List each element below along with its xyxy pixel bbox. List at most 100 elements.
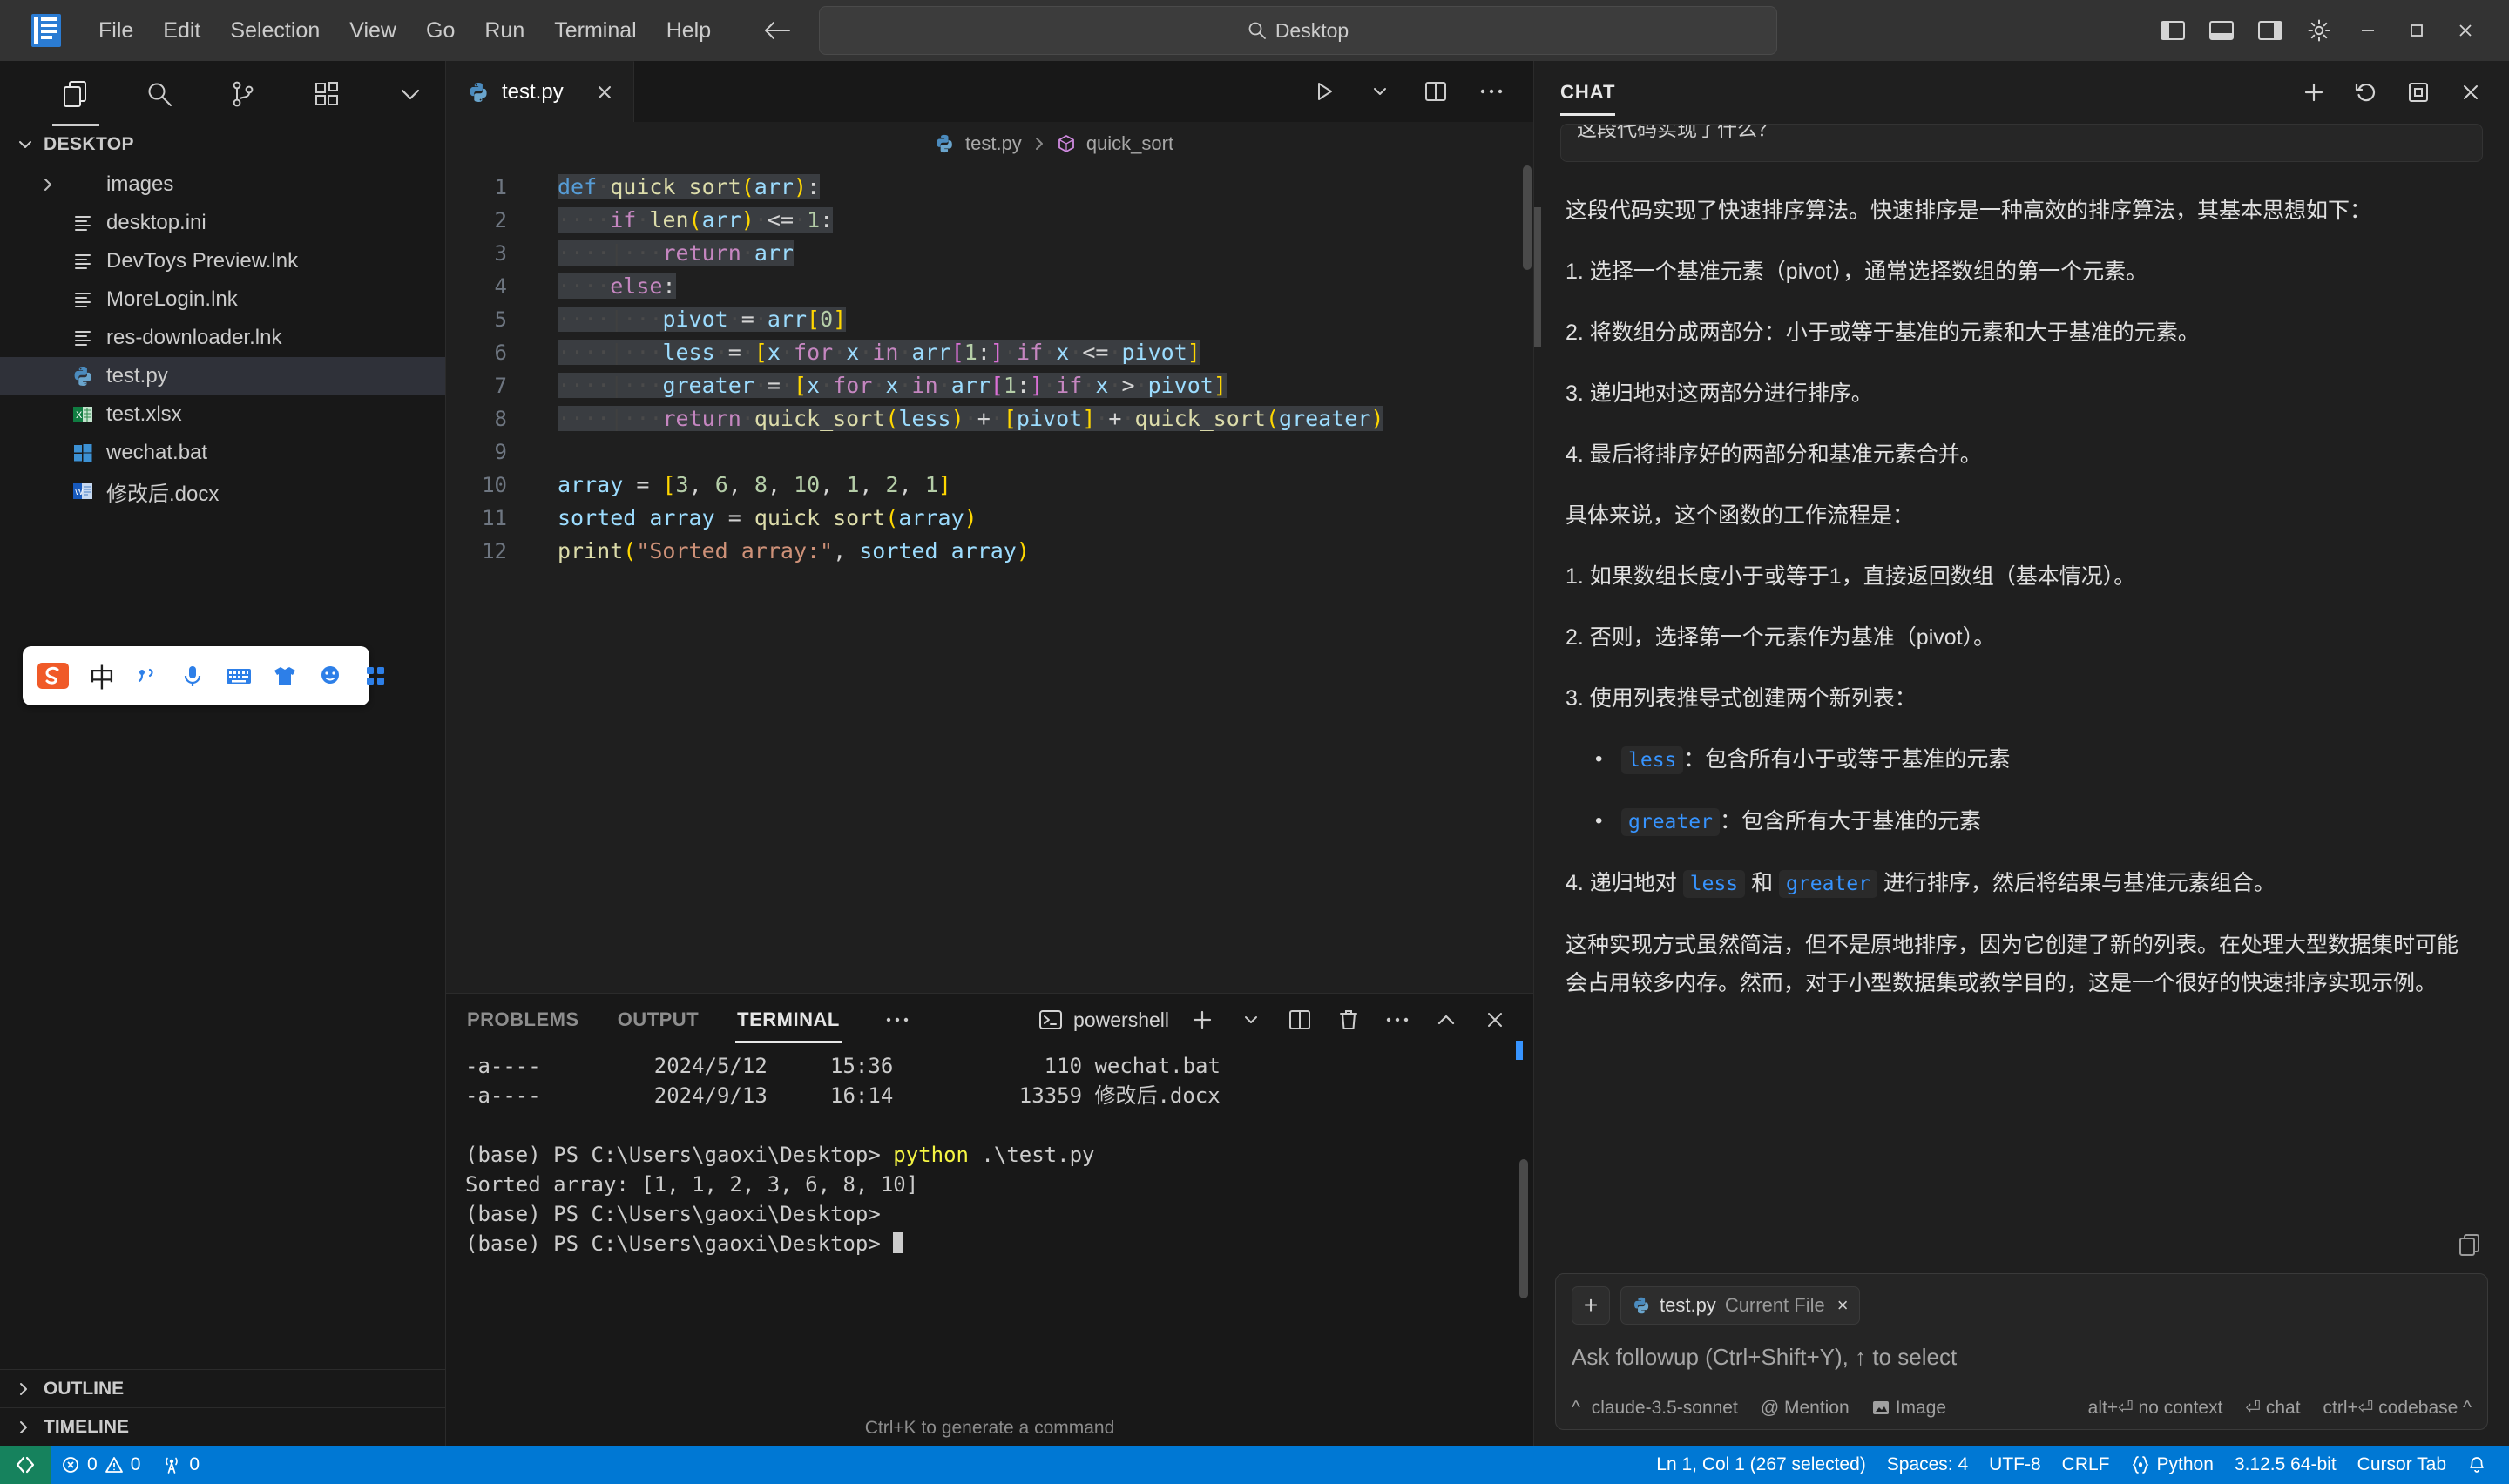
microphone-icon[interactable] <box>179 658 206 693</box>
terminal-scrollbar[interactable] <box>1519 1159 1528 1298</box>
status-ports[interactable]: 0 <box>151 1446 210 1484</box>
new-terminal-dropdown-icon[interactable] <box>1227 995 1275 1044</box>
tree-item-test-xlsx[interactable]: X test.xlsx <box>0 395 445 434</box>
menu-terminal[interactable]: Terminal <box>539 11 651 51</box>
tab-output[interactable]: OUTPUT <box>616 1002 700 1038</box>
close-icon[interactable]: × <box>1837 1294 1849 1317</box>
titlebar-right-actions <box>2148 7 2490 54</box>
ime-mode-label[interactable]: 中 <box>89 657 115 695</box>
warning-icon <box>105 1455 124 1474</box>
customize-layout-icon[interactable] <box>2295 7 2343 54</box>
editor-scrollbar[interactable] <box>1521 165 1533 993</box>
symbol-method-icon <box>1057 134 1076 153</box>
breadcrumb-file[interactable]: test.py <box>965 132 1022 155</box>
bell-icon[interactable] <box>2457 1446 2497 1484</box>
chevron-up-icon[interactable] <box>1422 995 1471 1044</box>
terminal-shell-label[interactable]: powershell <box>1038 1008 1169 1032</box>
chat-messages[interactable]: 这段代码实现了什么？ 这段代码实现了快速排序算法。快速排序是一种高效的排序算法，… <box>1534 124 2509 1273</box>
hint-codebase[interactable]: ctrl+⏎ codebase ^ <box>2323 1397 2472 1419</box>
model-selector[interactable]: ^ claude-3.5-sonnet <box>1572 1398 1738 1419</box>
mention-button[interactable]: @ Mention <box>1761 1398 1850 1419</box>
menu-view[interactable]: View <box>335 11 411 51</box>
arrow-left-icon[interactable] <box>762 19 792 42</box>
sidebar-item-timeline[interactable]: TIMELINE <box>0 1407 445 1446</box>
split-editor-icon[interactable] <box>1408 61 1464 122</box>
tree-item-devtoys-preview-lnk[interactable]: DevToys Preview.lnk <box>0 242 445 280</box>
status-eol[interactable]: CRLF <box>2052 1446 2120 1484</box>
code-editor[interactable]: 1 def·quick_sort(arr): 2 ····if·len(arr)·<… <box>446 165 1533 993</box>
tree-item-images[interactable]: images <box>0 165 445 204</box>
remote-explorer-icon[interactable] <box>0 1446 51 1484</box>
emoji-icon[interactable] <box>317 658 343 693</box>
run-icon[interactable] <box>1296 61 1352 122</box>
tab-problems[interactable]: PROBLEMS <box>465 1002 581 1038</box>
context-chip-current-file[interactable]: test.py Current File × <box>1620 1286 1860 1325</box>
close-icon[interactable] <box>1471 995 1519 1044</box>
tree-item-test-py[interactable]: test.py <box>0 357 445 395</box>
more-actions-icon[interactable] <box>1373 995 1422 1044</box>
status-cursor-position[interactable]: Ln 1, Col 1 (267 selected) <box>1646 1446 1876 1484</box>
close-button[interactable] <box>2441 7 2490 54</box>
image-button[interactable]: Image <box>1872 1398 1946 1419</box>
sogou-ime-toolbar[interactable]: 中 <box>23 646 384 705</box>
close-icon[interactable] <box>2448 70 2493 115</box>
tree-item-morelogin-lnk[interactable]: MoreLogin.lnk <box>0 280 445 319</box>
status-language[interactable]: Python <box>2120 1446 2224 1484</box>
tree-item-res-downloader-lnk[interactable]: res-downloader.lnk <box>0 319 445 357</box>
tree-item-wechat-bat[interactable]: wechat.bat <box>0 434 445 472</box>
new-terminal-icon[interactable] <box>1178 995 1227 1044</box>
status-errors[interactable]: 0 0 <box>51 1446 151 1484</box>
tab-test-py[interactable]: test.py <box>446 61 634 122</box>
add-context-button[interactable]: + <box>1572 1286 1610 1325</box>
explorer-icon[interactable] <box>52 74 99 126</box>
toggle-primary-sidebar-icon[interactable] <box>2148 7 2197 54</box>
status-indentation[interactable]: Spaces: 4 <box>1877 1446 1978 1484</box>
more-actions-icon[interactable] <box>885 1015 910 1024</box>
chat-scrollbar[interactable] <box>1534 207 1541 347</box>
code-line: 6 ····|···less·=·[x·for·x·in·arr[1:]·if·x… <box>446 336 1533 369</box>
status-encoding[interactable]: UTF-8 <box>1978 1446 2052 1484</box>
voice-punctuation-icon[interactable] <box>134 658 160 693</box>
maximize-button[interactable] <box>2392 7 2441 54</box>
menu-go[interactable]: Go <box>411 11 470 51</box>
history-icon[interactable] <box>2343 70 2389 115</box>
skin-icon[interactable] <box>272 658 298 693</box>
breadcrumb-symbol[interactable]: quick_sort <box>1086 132 1173 155</box>
explorer-section-header[interactable]: DESKTOP <box>0 127 445 162</box>
sogou-logo-icon[interactable] <box>37 658 70 693</box>
code-line: 1 def·quick_sort(arr): <box>446 171 1533 204</box>
chat-input-box[interactable]: + test.py Current File × Ask followup (C… <box>1555 1273 2488 1430</box>
menu-help[interactable]: Help <box>652 11 726 51</box>
apps-icon[interactable] <box>362 658 389 693</box>
menu-run[interactable]: Run <box>470 11 539 51</box>
status-cursor-tab[interactable]: Cursor Tab <box>2347 1446 2457 1484</box>
extensions-icon[interactable] <box>307 74 347 114</box>
new-chat-icon[interactable] <box>2291 70 2337 115</box>
menu-file[interactable]: File <box>84 11 148 51</box>
tree-item-xiugaihou-docx[interactable]: W 修改后.docx <box>0 472 445 510</box>
open-in-editor-icon[interactable] <box>2396 70 2441 115</box>
kill-terminal-icon[interactable] <box>1324 995 1373 1044</box>
title-bar: File Edit Selection View Go Run Terminal… <box>0 0 2509 61</box>
status-interpreter[interactable]: 3.12.5 64-bit <box>2224 1446 2347 1484</box>
tab-terminal[interactable]: TERMINAL <box>735 1002 842 1043</box>
keyboard-icon[interactable] <box>225 658 253 693</box>
minimize-button[interactable] <box>2343 7 2392 54</box>
command-center-search[interactable]: Desktop <box>819 6 1777 55</box>
run-dropdown-icon[interactable] <box>1352 61 1408 122</box>
source-control-icon[interactable] <box>223 74 263 114</box>
chat-input-placeholder[interactable]: Ask followup (Ctrl+Shift+Y), ↑ to select <box>1572 1344 2472 1371</box>
search-icon[interactable] <box>139 74 179 114</box>
sidebar-item-outline[interactable]: OUTLINE <box>0 1369 445 1407</box>
menu-selection[interactable]: Selection <box>215 11 335 51</box>
split-terminal-icon[interactable] <box>1275 995 1324 1044</box>
toggle-panel-icon[interactable] <box>2197 7 2246 54</box>
more-actions-icon[interactable] <box>1464 61 1519 122</box>
menu-edit[interactable]: Edit <box>148 11 215 51</box>
tree-item-desktop-ini[interactable]: desktop.ini <box>0 204 445 242</box>
toggle-secondary-sidebar-icon[interactable] <box>2246 7 2295 54</box>
close-icon[interactable] <box>595 83 614 102</box>
copy-icon[interactable] <box>2457 1231 2483 1258</box>
chevron-down-icon[interactable] <box>390 74 430 114</box>
terminal-output[interactable]: -a---- 2024/5/12 15:36 110 wechat.bat -a… <box>446 1041 1533 1446</box>
